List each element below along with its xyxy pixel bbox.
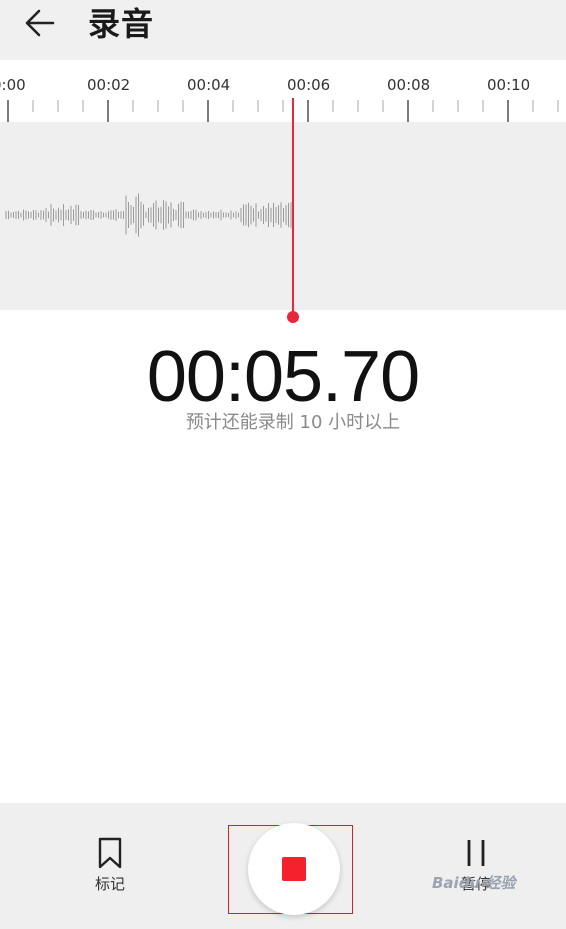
watermark: Baidu 经验 (432, 874, 516, 892)
mark-label: 标记 (94, 875, 125, 893)
remaining-time-text: 预计还能录制 10 小时以上 (185, 412, 401, 433)
stop-icon (282, 857, 306, 881)
elapsed-time: 00:05.70 (146, 337, 420, 417)
pause-icon (467, 840, 485, 866)
playhead[interactable] (0, 0, 566, 330)
mark-button[interactable]: 标记 (70, 835, 150, 894)
bookmark-icon (98, 837, 122, 869)
stop-button[interactable] (248, 823, 340, 915)
recorder-screen: 录音 0:00 00:02 00:04 00:06 00:08 00:10 00… (0, 0, 566, 929)
bottom-controls: 标记 暂停 (0, 803, 566, 929)
